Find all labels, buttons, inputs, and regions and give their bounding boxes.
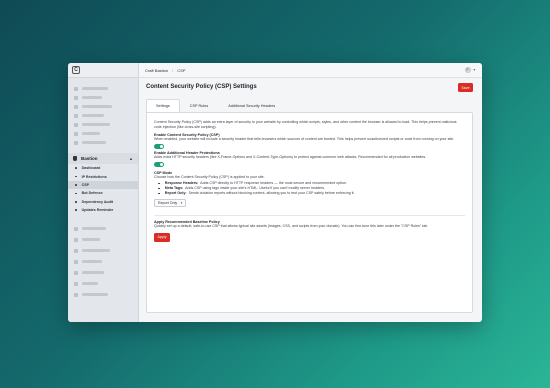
bullet-icon	[75, 209, 77, 211]
chevron-up-icon[interactable]: ▲	[129, 156, 133, 161]
tab-settings[interactable]: Settings	[146, 99, 180, 112]
bullet-icon	[75, 175, 77, 178]
sidebar-item-label: CSP	[81, 182, 89, 187]
sidebar-item-bot-defence[interactable]: Bot Defence	[68, 189, 138, 197]
sidebar-header: C	[68, 63, 138, 78]
blurred-nav-item	[82, 282, 98, 285]
shield-icon	[73, 156, 77, 161]
sidebar-section-header[interactable]: Bastion ▲	[68, 153, 138, 164]
sidebar-item-label: IP Restrictions	[81, 174, 107, 179]
bullet-icon	[158, 192, 160, 195]
top-bar: Craft Bastion / CSP F ▼	[139, 63, 482, 78]
sidebar-item-label: Bot Defence	[81, 191, 103, 196]
blurred-nav-icon	[74, 141, 78, 145]
mode-name: Response Headers:	[164, 181, 199, 186]
blurred-nav-icon	[74, 271, 78, 275]
blurred-nav-icon	[74, 227, 78, 231]
blurred-nav-item	[82, 260, 102, 263]
chevron-down-icon[interactable]: ▼	[473, 68, 476, 72]
baseline-description: Quickly set up a default, safe-to-use CS…	[154, 224, 429, 229]
blurred-nav-item	[82, 87, 108, 90]
save-button[interactable]: Save	[458, 83, 473, 92]
app-window: C Bastion ▲ Dashboard IP Restrictions CS…	[68, 63, 482, 322]
blurred-nav-icon	[74, 105, 78, 109]
blurred-nav-icon	[74, 114, 78, 118]
sidebar-item-label: Dashboard	[81, 166, 101, 171]
chevron-down-icon: ▼	[180, 201, 183, 206]
mode-text: Adds CSP directly to HTTP response heade…	[200, 181, 348, 186]
blurred-nav-item	[82, 293, 108, 296]
blurred-nav-item	[82, 249, 110, 252]
user-menu[interactable]: F ▼	[464, 67, 476, 73]
bullet-icon	[75, 200, 77, 203]
sidebar-section-label: Bastion	[81, 156, 98, 161]
bullet-icon	[75, 192, 77, 195]
list-item: Report Only: Sends violation reports wit…	[156, 191, 465, 196]
sidebar: C Bastion ▲ Dashboard IP Restrictions CS…	[68, 63, 139, 322]
blurred-nav-item	[82, 132, 100, 135]
sidebar-item-label: Dependency Audit	[81, 199, 114, 204]
blurred-nav-icon	[74, 96, 78, 100]
breadcrumb-separator: /	[172, 67, 174, 73]
blurred-nav-item	[82, 114, 104, 117]
blurred-nav-item	[82, 238, 100, 241]
sidebar-item-dashboard[interactable]: Dashboard	[68, 164, 138, 172]
tab-csp-rules[interactable]: CSP Rules	[180, 99, 219, 112]
blurred-nav-icon	[74, 282, 78, 286]
sidebar-item-dependency-audit[interactable]: Dependency Audit	[68, 198, 138, 206]
blurred-nav-icon	[74, 260, 78, 264]
blurred-nav-icon	[74, 123, 78, 127]
divider	[154, 215, 465, 217]
bullet-icon	[75, 184, 77, 186]
intro-text: Content Security Policy (CSP) adds an ex…	[154, 120, 457, 129]
blurred-nav-item	[82, 123, 110, 126]
blurred-nav-item	[82, 227, 106, 230]
csp-mode-selected-value: Report Only	[158, 201, 178, 206]
avatar[interactable]: F	[464, 67, 471, 73]
sidebar-item-updates-reminder[interactable]: Updates Reminder	[68, 206, 138, 214]
blurred-nav-icon	[74, 132, 78, 136]
blurred-nav-icon	[74, 293, 78, 297]
sidebar-item-ip-restrictions[interactable]: IP Restrictions	[68, 172, 138, 180]
enable-headers-description: Adds extra HTTP security headers (like X…	[154, 155, 427, 160]
mode-name: Meta Tags:	[164, 186, 184, 191]
bullet-icon	[158, 182, 160, 185]
sidebar-item-label: Updates Reminder	[81, 208, 114, 213]
enable-csp-toggle[interactable]	[154, 144, 164, 150]
blurred-nav-item	[82, 96, 102, 99]
main-content: Craft Bastion / CSP F ▼ Content Security…	[139, 63, 482, 322]
blurred-nav-icon	[74, 249, 78, 253]
tab-bar: Settings CSP Rules Additional Security H…	[146, 99, 285, 112]
breadcrumb-parent[interactable]: Craft Bastion	[145, 68, 168, 73]
settings-panel: Content Security Policy (CSP) adds an ex…	[146, 112, 473, 313]
blurred-nav-icon	[74, 87, 78, 91]
sidebar-item-csp[interactable]: CSP	[68, 180, 138, 190]
bullet-icon	[75, 167, 77, 169]
bullet-icon	[158, 187, 160, 190]
blurred-nav-item	[82, 271, 104, 274]
enable-headers-toggle[interactable]	[154, 161, 164, 167]
mode-text: Sends violation reports without blocking…	[188, 191, 355, 196]
csp-mode-select[interactable]: Report Only ▼	[154, 199, 186, 208]
mode-name: Report Only:	[164, 191, 187, 196]
blurred-nav-icon	[74, 238, 78, 242]
blurred-nav-item	[82, 141, 106, 144]
page-title: Content Security Policy (CSP) Settings	[146, 84, 257, 90]
apply-button[interactable]: Apply	[154, 232, 170, 242]
csp-mode-options-list: Response Headers: Adds CSP directly to H…	[156, 181, 465, 196]
blurred-nav-item	[82, 105, 112, 108]
sidebar-section-bastion: Bastion ▲ Dashboard IP Restrictions CSP …	[68, 153, 138, 214]
app-logo[interactable]: C	[72, 66, 80, 74]
enable-csp-description: When enabled, your website will include …	[154, 137, 455, 142]
tab-additional-security-headers[interactable]: Additional Security Headers	[218, 99, 285, 112]
csp-mode-description: Choose how the Content Security Policy (…	[154, 174, 265, 179]
breadcrumb-current: CSP	[177, 67, 186, 73]
mode-text: Adds CSP using tags inside your site's H…	[185, 186, 326, 191]
